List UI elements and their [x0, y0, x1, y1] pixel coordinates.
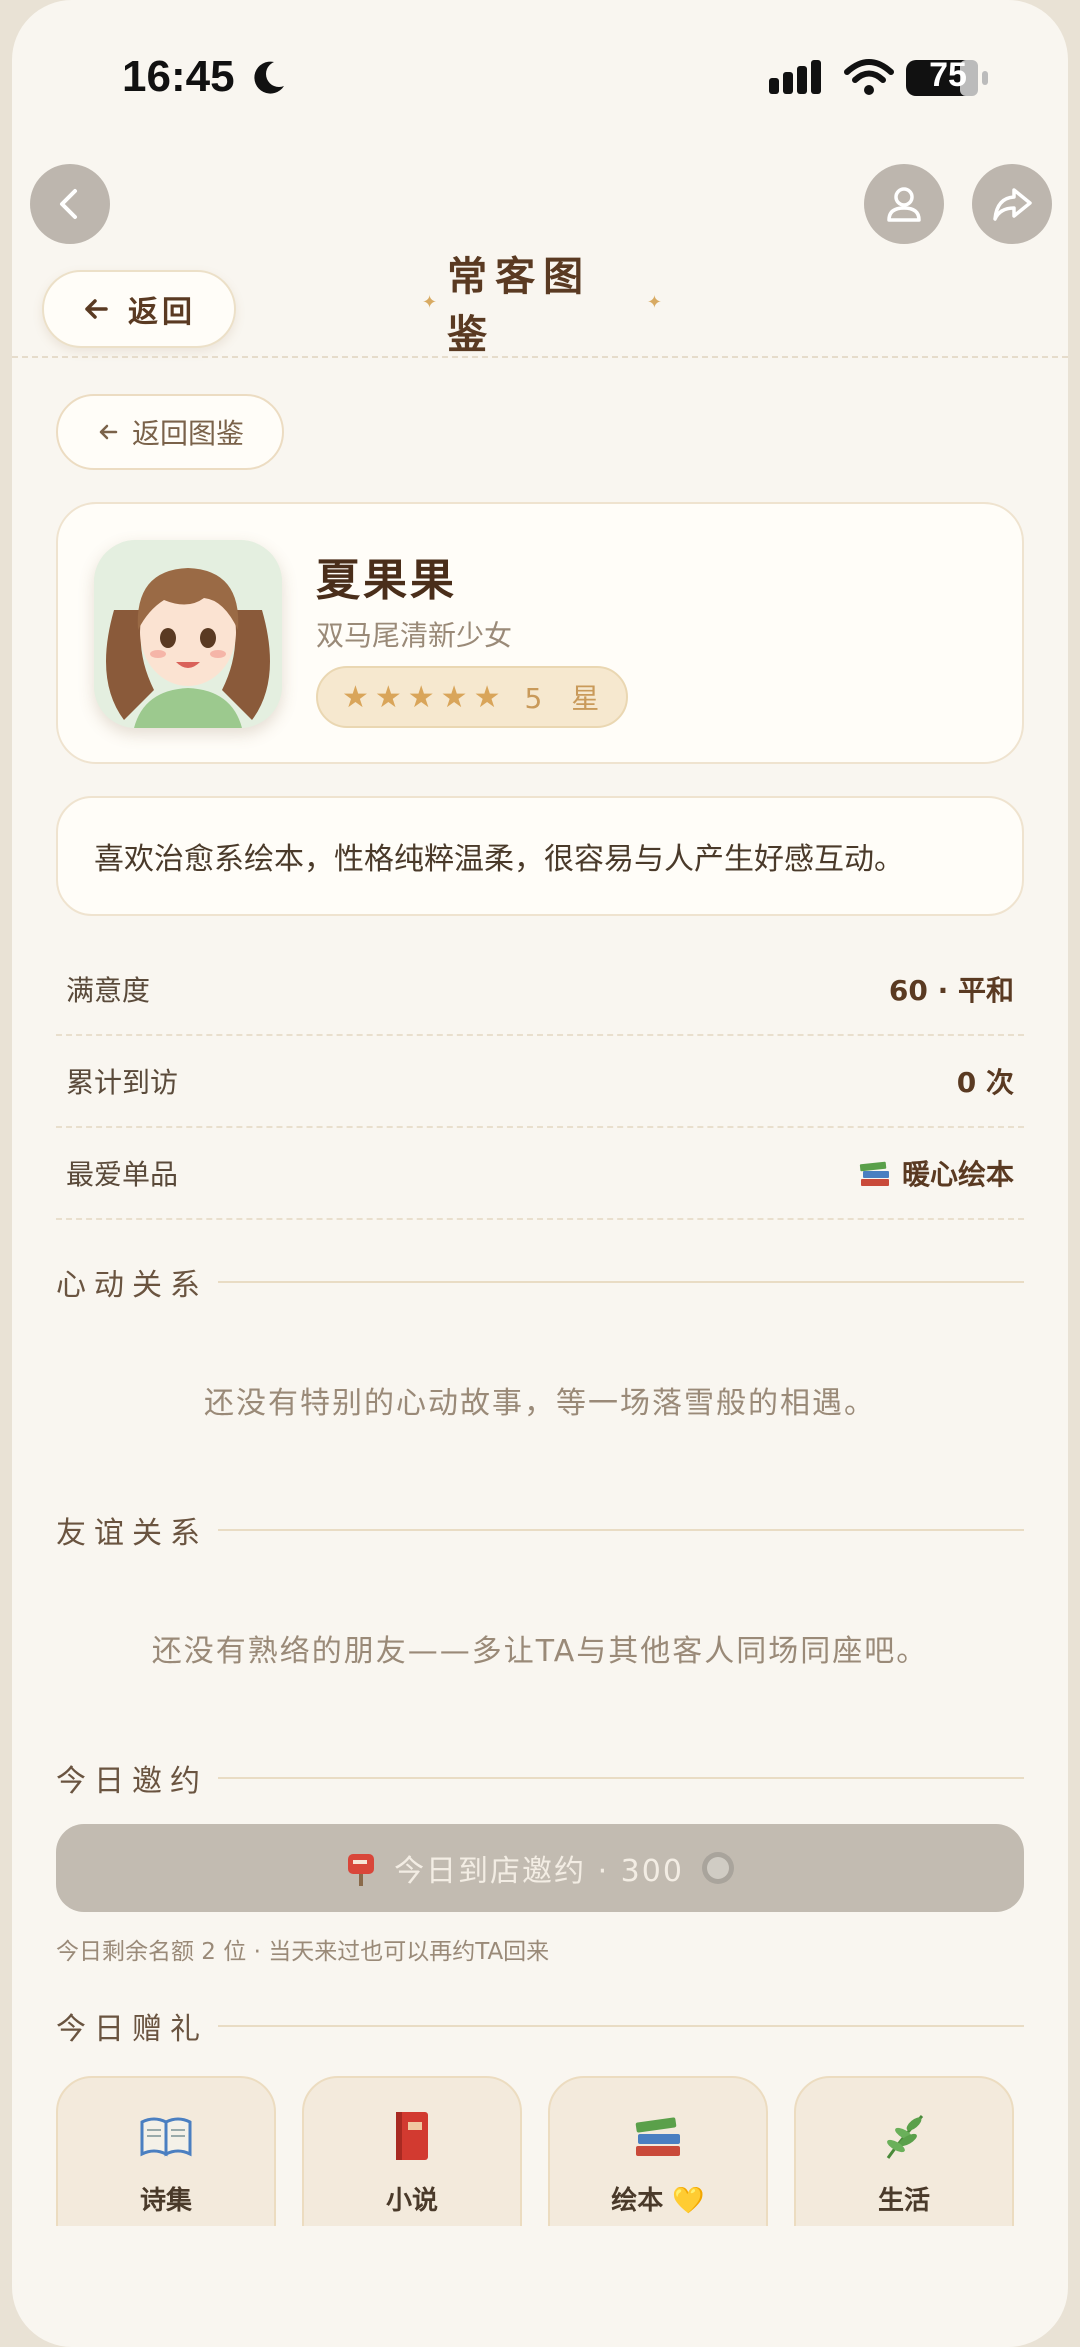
- arrow-left-icon: [99, 424, 118, 440]
- invite-button-label: 今日到店邀约 · 300: [394, 1854, 684, 1889]
- section-divider: [218, 1281, 1024, 1283]
- header-divider: [12, 356, 1068, 358]
- arrow-left-icon: [85, 299, 108, 319]
- back-button-label: 返回: [128, 295, 196, 330]
- avatar-illustration: [94, 540, 282, 728]
- section-divider: [218, 1529, 1024, 1531]
- gift-label: 诗集: [139, 2186, 192, 2216]
- gift-card-picture-book[interactable]: 绘本 💛: [548, 2076, 768, 2226]
- back-to-gallery-button[interactable]: 返回图鉴: [56, 394, 284, 470]
- invite-note: 今日剩余名额 2 位 · 当天来过也可以再约TA回来: [56, 1939, 550, 1965]
- back-to-gallery-label: 返回图鉴: [131, 417, 244, 450]
- gift-label: 小说: [385, 2186, 438, 2216]
- share-button[interactable]: [972, 164, 1052, 244]
- stat-row-favorite: 最爱单品 暖心绘本: [56, 1128, 1024, 1220]
- description-card: 喜欢治愈系绘本，性格纯粹温柔，很容易与人产生好感互动。: [56, 796, 1024, 916]
- section-title: 心动关系: [56, 1268, 208, 1303]
- section-friend: 友谊关系: [56, 1510, 1024, 1551]
- stat-value-wrap: 暖心绘本: [858, 1153, 1014, 1193]
- section-heart: 心动关系: [56, 1262, 1024, 1303]
- profile-button[interactable]: [864, 164, 944, 244]
- herb-icon: [886, 2114, 924, 2159]
- star-icons: ★★★★★: [342, 679, 507, 715]
- section-title: 今日赠礼: [56, 2012, 208, 2047]
- friend-empty-text: 还没有熟络的朋友——多让TA与其他客人同场同座吧。: [151, 1634, 929, 1669]
- battery-level: 75: [929, 56, 967, 94]
- signal-icon: [769, 60, 821, 94]
- stat-label: 满意度: [66, 974, 151, 1007]
- customer-subtitle: 双马尾清新少女: [316, 619, 513, 652]
- sparkle-icon: ✦: [646, 291, 662, 313]
- mailbox-icon: [348, 1854, 375, 1886]
- phone-screen: 16:45 75 返回 ✦ 常客图鉴 ✦ 返回图鉴 夏果果 双马尾清新少女 ★★…: [12, 0, 1068, 2347]
- status-time: 16:45: [122, 52, 235, 101]
- red-book-icon: [396, 2112, 428, 2160]
- stat-value: 0 次: [956, 1066, 1014, 1099]
- section-gift: 今日赠礼: [56, 2006, 1024, 2047]
- moon-icon: [254, 61, 284, 94]
- stat-row-satisfaction: 满意度 60 · 平和: [56, 944, 1024, 1036]
- stat-row-visits: 累计到访 0 次: [56, 1036, 1024, 1128]
- description-text: 喜欢治愈系绘本，性格纯粹温柔，很容易与人产生好感互动。: [94, 842, 904, 877]
- stat-value: 暖心绘本: [901, 1158, 1014, 1191]
- books-stack-icon: [635, 2117, 680, 2156]
- sparkle-icon: ✦: [422, 291, 438, 313]
- profile-card: 夏果果 双马尾清新少女 ★★★★★ 5 星: [56, 502, 1024, 764]
- gift-label: 生活: [877, 2186, 930, 2216]
- customer-name: 夏果果: [316, 555, 457, 606]
- gift-card-novel[interactable]: 小说: [302, 2076, 522, 2226]
- coin-icon: [701, 1852, 734, 1884]
- section-invite: 今日邀约: [56, 1758, 1024, 1799]
- user-icon: [887, 187, 921, 222]
- wifi-icon: [844, 59, 894, 95]
- open-book-icon: [140, 2117, 192, 2157]
- stat-value: 60 · 平和: [888, 974, 1014, 1007]
- chevron-left-icon: [60, 189, 77, 219]
- section-divider: [218, 1777, 1024, 1779]
- gift-label: 绘本 💛: [611, 2186, 705, 2216]
- gift-card-life[interactable]: 生活: [794, 2076, 1014, 2226]
- gift-list: 诗集 小说 绘本 💛 生活: [56, 2076, 1024, 2226]
- heart-empty-text: 还没有特别的心动故事，等一场落雪般的相遇。: [204, 1386, 876, 1421]
- section-divider: [218, 2025, 1024, 2027]
- star-count: 5 星: [524, 682, 610, 715]
- invite-button[interactable]: 今日到店邀约 · 300: [56, 1824, 1024, 1912]
- page-title-wrap: ✦ 常客图鉴 ✦: [412, 254, 672, 358]
- nav-back-button[interactable]: [30, 164, 110, 244]
- section-title: 友谊关系: [56, 1516, 208, 1551]
- rating-badge: ★★★★★ 5 星: [316, 666, 628, 728]
- books-stack-icon: [859, 1161, 889, 1186]
- stat-label: 累计到访: [66, 1066, 179, 1099]
- page-title: 常客图鉴: [447, 254, 592, 358]
- section-title: 今日邀约: [56, 1764, 208, 1799]
- back-button[interactable]: 返回: [42, 270, 236, 348]
- share-arrow-icon: [993, 188, 1032, 221]
- avatar: [94, 540, 282, 728]
- gift-card-poetry[interactable]: 诗集: [56, 2076, 276, 2226]
- stat-label: 最爱单品: [66, 1158, 179, 1191]
